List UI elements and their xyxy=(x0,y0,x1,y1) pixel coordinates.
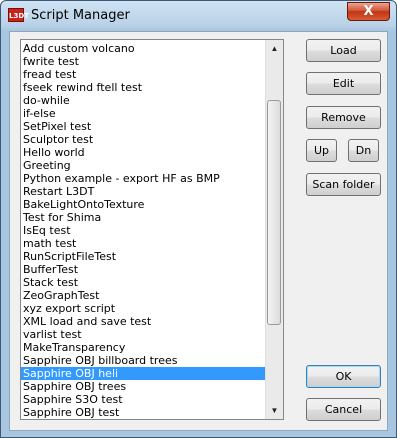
script-list-item[interactable]: varlist test xyxy=(21,328,268,341)
close-icon: X xyxy=(363,4,374,19)
load-button[interactable]: Load xyxy=(306,39,381,62)
move-down-button[interactable]: Dn xyxy=(348,139,379,162)
script-list-item[interactable]: Restart L3DT xyxy=(21,185,268,198)
l3dt-app-icon: L3DT xyxy=(8,8,29,22)
cancel-button[interactable]: Cancel xyxy=(306,398,381,421)
script-list-item[interactable]: do-while xyxy=(21,94,268,107)
dialog-client-area: Add custom volcano fwrite test fread test f… xyxy=(9,31,388,431)
script-list-item[interactable]: if-else xyxy=(21,107,268,120)
remove-button[interactable]: Remove xyxy=(306,106,381,129)
script-list-item[interactable]: fread test xyxy=(21,68,268,81)
script-list-items: Add custom volcano fwrite test fread test f… xyxy=(21,42,268,419)
script-list-item[interactable]: BufferTest xyxy=(21,263,268,276)
ok-button[interactable]: OK xyxy=(306,365,381,388)
script-manager-window: L3DT Script Manager X Add custom volcano… xyxy=(0,0,397,438)
close-button[interactable]: X xyxy=(347,2,390,21)
script-list-item[interactable]: Sapphire OBJ trees xyxy=(21,380,268,393)
scroll-up-icon[interactable]: ▲ xyxy=(266,40,283,57)
script-list-item[interactable]: Add custom volcano xyxy=(21,42,268,55)
scroll-down-icon[interactable]: ▼ xyxy=(266,402,283,419)
script-list-item[interactable]: xyz export script xyxy=(21,302,268,315)
script-list-item[interactable]: RunScriptFileTest xyxy=(21,250,268,263)
script-list-item[interactable]: Sapphire OBJ heli xyxy=(21,367,268,380)
script-list-item[interactable]: Greeting xyxy=(21,159,268,172)
edit-button[interactable]: Edit xyxy=(306,72,381,95)
script-list[interactable]: Add custom volcano fwrite test fread test f… xyxy=(20,39,284,420)
script-list-item[interactable]: fwrite test xyxy=(21,55,268,68)
script-list-item[interactable]: math test xyxy=(21,237,268,250)
scroll-thumb[interactable] xyxy=(267,100,281,325)
script-list-item[interactable]: Sapphire S3O test xyxy=(21,393,268,406)
script-list-item[interactable]: Sapphire OBJ billboard trees xyxy=(21,354,268,367)
script-list-item[interactable]: XML load and save test xyxy=(21,315,268,328)
script-list-item[interactable]: SetPixel test xyxy=(21,120,268,133)
script-list-item[interactable]: IsEq test xyxy=(21,224,268,237)
title-bar[interactable]: L3DT Script Manager X xyxy=(1,1,396,31)
script-list-item[interactable]: Test for Shima xyxy=(21,211,268,224)
script-list-item[interactable]: Sculptor test xyxy=(21,133,268,146)
vertical-scrollbar[interactable]: ▲ ▼ xyxy=(265,40,283,419)
script-list-item[interactable]: Python example - export HF as BMP xyxy=(21,172,268,185)
script-list-item[interactable]: Hello world xyxy=(21,146,268,159)
script-list-item[interactable]: Stack test xyxy=(21,276,268,289)
script-list-item[interactable]: fseek rewind ftell test xyxy=(21,81,268,94)
script-list-item[interactable]: BakeLightOntoTexture xyxy=(21,198,268,211)
script-list-item[interactable]: ZeoGraphTest xyxy=(21,289,268,302)
scan-folder-button[interactable]: Scan folder xyxy=(306,173,381,196)
script-list-item[interactable]: Sapphire OBJ test xyxy=(21,406,268,419)
move-up-button[interactable]: Up xyxy=(306,139,337,162)
script-list-item[interactable]: MakeTransparency xyxy=(21,341,268,354)
window-title: Script Manager xyxy=(31,8,130,23)
